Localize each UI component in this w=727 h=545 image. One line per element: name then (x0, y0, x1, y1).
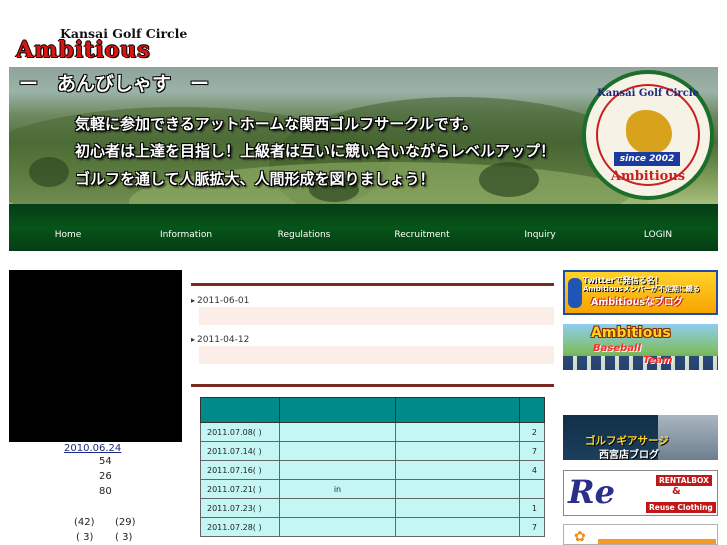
schedule-date[interactable]: 2011.07.14( ) (200, 441, 280, 461)
table-row[interactable]: 2011.07.28( ) 7 (200, 517, 545, 537)
table-header-cell (395, 397, 521, 423)
schedule-date[interactable]: 2011.07.23( ) (200, 498, 280, 518)
schedule-note (278, 517, 397, 537)
schedule-detail (395, 441, 521, 461)
media-box (9, 270, 182, 442)
site-logo[interactable]: Kansai Golf Circle Ambitious (14, 22, 234, 63)
schedule-detail (395, 479, 521, 499)
rental-banner[interactable]: Re RENTALBOX & Reuse Clothing (563, 470, 718, 516)
section-divider (191, 283, 554, 286)
emblem-top-text: Kansai Golf Circle (597, 88, 699, 99)
count-value: 54 (99, 456, 112, 467)
schedule-count: 2 (519, 422, 545, 442)
section-divider (191, 384, 554, 387)
schedule-date[interactable]: 2011.07.28( ) (200, 517, 280, 537)
golf-shop-banner[interactable]: ゴルフギアサージ 西宮店ブログ (563, 415, 718, 460)
schedule-detail (395, 517, 521, 537)
banner-tree (479, 162, 539, 197)
schedule-count: 7 (519, 441, 545, 461)
blog-banner-line1b: Ambitiousメンバーが不定期に綴る (583, 285, 700, 293)
news-date: 2011-06-01 (191, 296, 249, 306)
schedule-count: 1 (519, 498, 545, 518)
flower-icon: ✿ (574, 529, 586, 545)
left-date-link[interactable]: 2010.06.24 (64, 443, 121, 454)
partial-banner[interactable]: ✿ (563, 524, 718, 545)
nav-inquiry[interactable]: Inquiry (481, 204, 599, 251)
schedule-note (278, 441, 397, 461)
count-pair-value: ( 3) (76, 532, 94, 543)
emblem-since: since 2002 (614, 152, 680, 166)
count-pair-value: (29) (115, 517, 136, 528)
table-row[interactable]: 2011.07.21( ) in (200, 479, 545, 499)
banner-title: ー あんびしゃす ー (19, 73, 210, 95)
table-row[interactable]: 2011.07.08( ) 2 (200, 422, 545, 442)
rental-logo: Re (568, 473, 615, 511)
schedule-note: in (278, 479, 397, 499)
nav-home[interactable]: Home (9, 204, 127, 251)
baseball-banner[interactable]: Ambitious Baseball Team (563, 324, 718, 370)
schedule-count: 7 (519, 517, 545, 537)
person-icon (568, 278, 582, 308)
baseball-title: Ambitious (591, 325, 671, 341)
emblem-bottom-text: Ambitious (610, 169, 686, 184)
schedule-detail (395, 498, 521, 518)
schedule-count (519, 479, 545, 499)
schedule-detail (395, 422, 521, 442)
nav-regulations[interactable]: Regulations (245, 204, 363, 251)
blog-banner[interactable]: Twitterで発信る名！ Ambitiousメンバーが不定期に綴る Ambit… (563, 270, 718, 315)
rental-label: RENTALBOX (656, 475, 712, 486)
banner-tree (29, 157, 69, 187)
schedule-table: 2011.07.08( ) 2 2011.07.14( ) 7 2011.07.… (200, 397, 545, 537)
rental-amp: & (672, 486, 681, 497)
shop-line2: 西宮店ブログ (599, 450, 659, 460)
logo-title: Ambitious (16, 37, 151, 63)
blog-banner-line2: Ambitiousなブログ (591, 297, 684, 308)
schedule-detail (395, 460, 521, 480)
count-pair-value: ( 3) (115, 532, 133, 543)
table-row[interactable]: 2011.07.16( ) 4 (200, 460, 545, 480)
nav-recruitment[interactable]: Recruitment (363, 204, 481, 251)
schedule-note (278, 498, 397, 518)
table-row[interactable]: 2011.07.14( ) 7 (200, 441, 545, 461)
news-body (199, 346, 554, 364)
baseball-sub1: Baseball (593, 343, 641, 354)
schedule-date[interactable]: 2011.07.16( ) (200, 460, 280, 480)
news-body (199, 307, 554, 325)
nav-information[interactable]: Information (127, 204, 245, 251)
main-nav: Home Information Regulations Recruitment… (9, 204, 718, 251)
players-graphic (563, 356, 718, 370)
table-header-cell (519, 397, 545, 423)
banner-tagline-1: 気軽に参加できるアットホームな関西ゴルフサークルです。 (75, 115, 478, 133)
hero-banner: ー あんびしゃす ー 気軽に参加できるアットホームな関西ゴルフサークルです。 初… (9, 67, 718, 204)
table-header-cell (200, 397, 280, 423)
count-value: 26 (99, 471, 112, 482)
schedule-note (278, 422, 397, 442)
banner-tagline-2: 初心者は上達を目指し！上級者は互いに競い合いながらレベルアップ！ (75, 142, 556, 160)
table-row[interactable]: 2011.07.23( ) 1 (200, 498, 545, 518)
table-header-row (200, 397, 545, 423)
schedule-note (278, 460, 397, 480)
schedule-date[interactable]: 2011.07.08( ) (200, 422, 280, 442)
banner-bar (598, 539, 716, 544)
circle-emblem: Kansai Golf Circle since 2002 Ambitious (582, 70, 714, 200)
nav-login[interactable]: LOGIN (599, 204, 717, 251)
count-pair-value: (42) (74, 517, 95, 528)
horse-icon (626, 110, 672, 154)
news-date: 2011-04-12 (191, 335, 249, 345)
baseball-sub2: Team (643, 355, 673, 366)
table-header-cell (278, 397, 397, 423)
banner-tagline-3: ゴルフを通して人脈拡大、人間形成を図りましょう！ (75, 170, 435, 188)
schedule-count: 4 (519, 460, 545, 480)
schedule-date[interactable]: 2011.07.21( ) (200, 479, 280, 499)
count-value: 80 (99, 486, 112, 497)
rental-label2: Reuse Clothing (646, 502, 716, 513)
